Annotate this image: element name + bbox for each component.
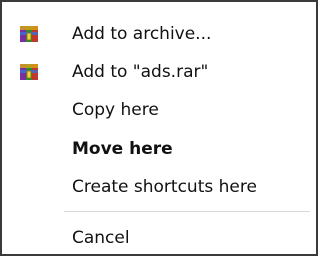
menu-item-label: Move here <box>72 139 173 159</box>
menu-item-create-shortcuts-here[interactable]: Create shortcuts here <box>2 169 316 205</box>
menu-item-label: Copy here <box>72 100 159 120</box>
menu-item-cancel[interactable]: Cancel <box>2 220 316 256</box>
menu-item-copy-here[interactable]: Copy here <box>2 92 316 128</box>
context-menu: Add to archive... Add to "ads.rar" Copy … <box>0 0 318 256</box>
winrar-icon <box>20 64 38 80</box>
menu-item-label: Create shortcuts here <box>72 177 257 197</box>
menu-item-label: Cancel <box>72 228 130 248</box>
menu-item-add-to-ads-rar[interactable]: Add to "ads.rar" <box>2 54 316 90</box>
menu-separator <box>64 211 310 212</box>
menu-item-add-to-archive[interactable]: Add to archive... <box>2 16 316 52</box>
winrar-icon <box>20 26 38 42</box>
menu-item-move-here[interactable]: Move here <box>2 131 316 167</box>
menu-item-label: Add to archive... <box>72 24 212 44</box>
menu-item-label: Add to "ads.rar" <box>72 62 209 82</box>
